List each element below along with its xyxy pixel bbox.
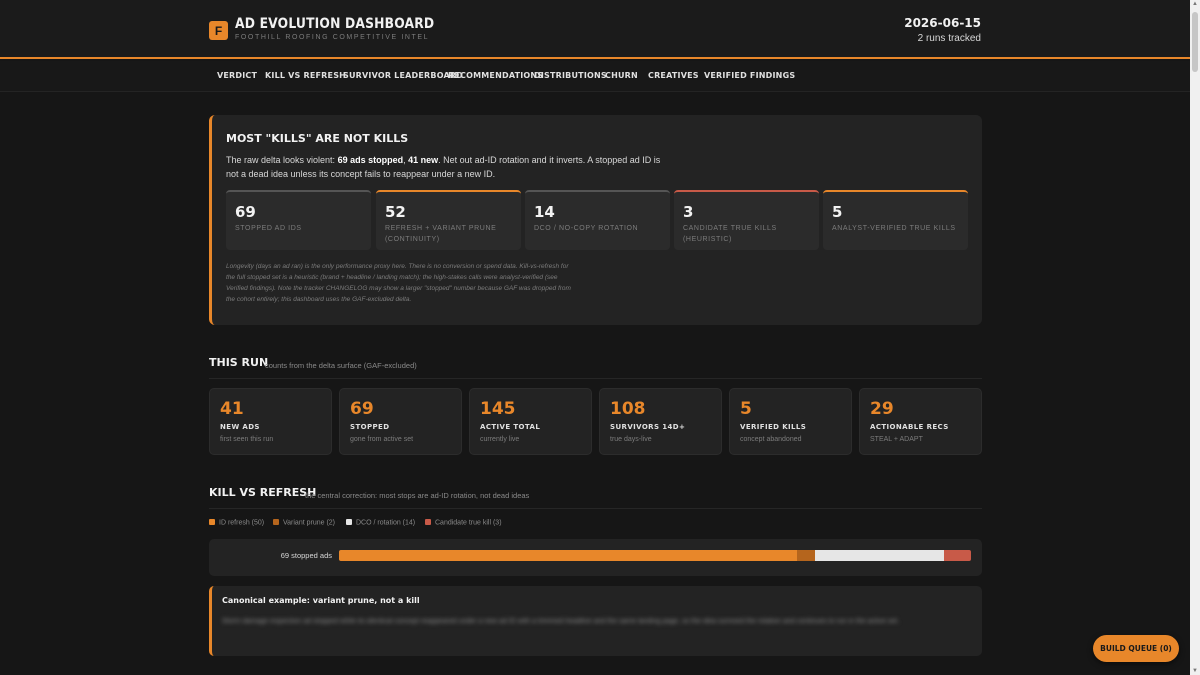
run-card-active-total: 145 ACTIVE TOTAL currently live: [469, 388, 592, 455]
app-header: F AD EVOLUTION DASHBOARD FOOTHILL ROOFIN…: [0, 0, 1190, 59]
stat-candidate-true-kills: 3 CANDIDATE TRUE KILLS (HEURISTIC): [674, 190, 819, 250]
stat-refresh-variant-prune: 52 REFRESH + VARIANT PRUNE (CONTINUITY): [376, 190, 521, 250]
legend-swatch: [209, 519, 215, 525]
this-run-note: counts from the delta surface (GAF-exclu…: [265, 361, 417, 370]
build-queue-button[interactable]: BUILD QUEUE (0): [1093, 635, 1179, 662]
scroll-up-icon[interactable]: ▲: [1192, 1, 1198, 7]
nav-verdict[interactable]: VERDICT: [217, 71, 257, 80]
legend-id-refresh: ID refresh (50): [209, 519, 264, 527]
example-blurred-text: Storm damage inspection ad stopped while…: [222, 618, 900, 625]
verdict-body: The raw delta looks violent: 69 ads stop…: [226, 155, 661, 179]
nav-survivor-leaderboard[interactable]: SURVIVOR LEADERBOARD: [343, 71, 463, 80]
bar-label: 69 stopped ads: [280, 551, 332, 560]
bar-segment-id-refresh: [339, 550, 797, 561]
verdict-title: MOST "KILLS" ARE NOT KILLS: [226, 132, 409, 145]
canonical-example-panel: Canonical example: variant prune, not a …: [209, 586, 982, 656]
this-run-title: THIS RUN: [209, 356, 269, 369]
kill-vs-refresh-title: KILL VS REFRESH: [209, 486, 317, 499]
legend-candidate-true-kill: Candidate true kill (3): [425, 519, 502, 527]
runs-tracked: 2 runs tracked: [917, 33, 981, 44]
kill-vs-refresh-note: the central correction: most stops are a…: [305, 491, 530, 500]
legend-swatch: [273, 519, 279, 525]
nav-churn[interactable]: CHURN: [605, 71, 638, 80]
stopped-ads-bar-panel: 69 stopped ads: [209, 539, 982, 576]
logo-icon: F: [209, 21, 228, 40]
nav-creatives[interactable]: CREATIVES: [648, 71, 699, 80]
stacked-bar: [339, 550, 971, 561]
run-date: 2026-06-15: [904, 16, 981, 30]
verdict-note: Longevity (days an ad ran) is the only p…: [226, 263, 571, 303]
stat-verified-true-kills: 5 ANALYST-VERIFIED TRUE KILLS: [823, 190, 968, 250]
scroll-down-icon[interactable]: ▼: [1192, 668, 1198, 674]
section-nav: VERDICT KILL VS REFRESH SURVIVOR LEADERB…: [0, 61, 1190, 92]
app-title: AD EVOLUTION DASHBOARD: [235, 16, 435, 32]
nav-recommendations[interactable]: RECOMMENDATIONS: [448, 71, 543, 80]
run-card-new-ads: 41 NEW ADS first seen this run: [209, 388, 332, 455]
app-subtitle: FOOTHILL ROOFING COMPETITIVE INTEL: [235, 34, 430, 41]
nav-kill-vs-refresh[interactable]: KILL VS REFRESH: [265, 71, 346, 80]
nav-verified-findings[interactable]: VERIFIED FINDINGS: [704, 71, 795, 80]
legend-variant-prune: Variant prune (2): [273, 519, 335, 527]
run-card-actionable-recs: 29 ACTIONABLE RECS STEAL + ADAPT: [859, 388, 982, 455]
scroll-thumb[interactable]: [1192, 12, 1198, 72]
page-scrollbar[interactable]: ▲ ▼: [1190, 0, 1200, 675]
stat-stopped-ad-ids: 69 STOPPED AD IDS: [226, 190, 371, 250]
bar-segment-candidate-kill: [943, 550, 971, 561]
example-title: Canonical example: variant prune, not a …: [222, 596, 420, 605]
legend-dco-rotation: DCO / rotation (14): [346, 519, 415, 527]
run-card-stopped: 69 STOPPED gone from active set: [339, 388, 462, 455]
stat-dco-rotation: 14 DCO / NO-COPY ROTATION: [525, 190, 670, 250]
nav-distributions[interactable]: DISTRIBUTIONS: [534, 71, 607, 80]
section-divider: [209, 508, 982, 509]
legend-swatch: [346, 519, 352, 525]
verdict-panel: MOST "KILLS" ARE NOT KILLS The raw delta…: [209, 115, 982, 325]
run-card-survivors: 108 SURVIVORS 14D+ true days-live: [599, 388, 722, 455]
section-divider: [209, 378, 982, 379]
run-card-verified-kills: 5 VERIFIED KILLS concept abandoned: [729, 388, 852, 455]
bar-segment-dco-rotation: [815, 550, 944, 561]
bar-segment-variant-prune: [796, 550, 816, 561]
legend-swatch: [425, 519, 431, 525]
